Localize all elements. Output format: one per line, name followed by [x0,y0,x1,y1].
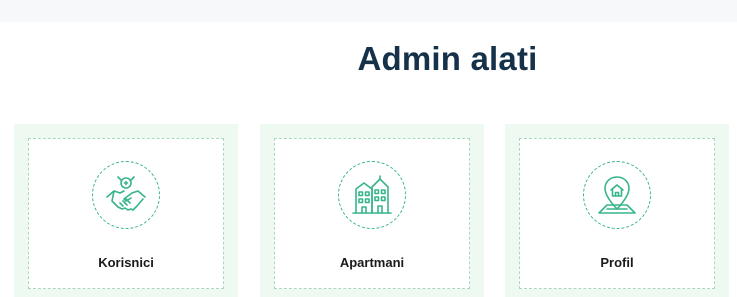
card-profil-link[interactable]: Profil [519,138,715,289]
card-profil: Profil [505,124,729,297]
card-korisnici: Korisnici [14,124,238,297]
handshake-icon [92,161,160,229]
card-profil-label: Profil [600,255,634,270]
page-title: Admin alati [357,40,538,77]
top-band [0,0,737,22]
building-icon [338,161,406,229]
card-korisnici-link[interactable]: Korisnici [28,138,224,289]
card-apartmani-link[interactable]: Apartmani [274,138,470,289]
card-apartmani: Apartmani [260,124,484,297]
card-apartmani-label: Apartmani [339,255,405,270]
location-house-icon [583,161,651,229]
card-korisnici-label: Korisnici [98,255,154,270]
admin-tools-page: Admin alati Korisnici Apartmani Profil [0,0,737,297]
